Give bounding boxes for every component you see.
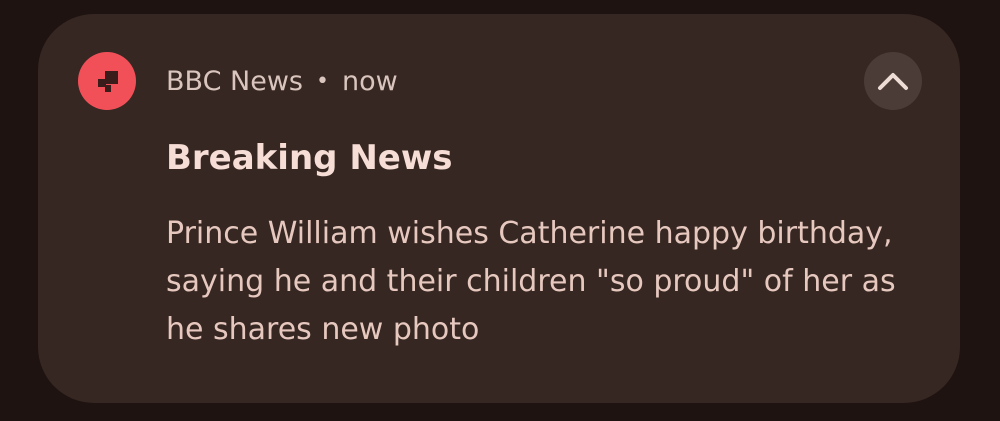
notification-header: BBC News • now bbox=[166, 64, 398, 98]
notification-title: Breaking News bbox=[166, 138, 453, 178]
notification-body: Prince William wishes Catherine happy bi… bbox=[166, 216, 896, 347]
separator-dot: • bbox=[315, 68, 329, 94]
bbc-news-logo-icon bbox=[78, 52, 136, 110]
notification-shade: BBC News • now Breaking News Prince Will… bbox=[0, 0, 1000, 421]
notification-time: now bbox=[341, 65, 398, 97]
collapse-button[interactable] bbox=[864, 52, 922, 110]
notification-card[interactable]: BBC News • now Breaking News Prince Will… bbox=[38, 14, 960, 403]
chevron-up-icon bbox=[878, 73, 908, 90]
app-name: BBC News bbox=[166, 65, 303, 97]
